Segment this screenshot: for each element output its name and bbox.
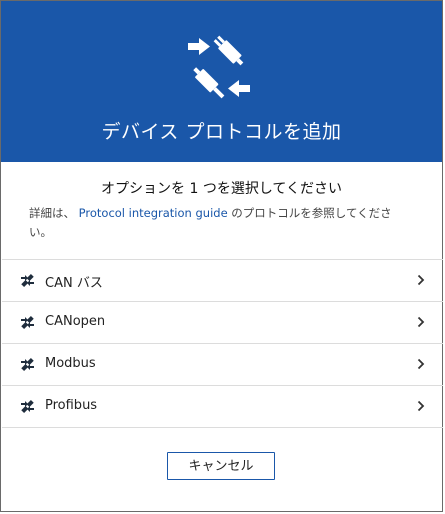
option-can-bus[interactable]: CAN バス: [2, 260, 443, 302]
plug-icon: [21, 399, 34, 414]
option-label: CAN バス: [45, 276, 103, 291]
info-text: 詳細は、 Protocol integration guide のプロトコルを参…: [29, 204, 414, 242]
protocol-options-list: CAN バス CANopen Modbus Profibus: [2, 259, 443, 428]
option-label: Profibus: [45, 398, 98, 413]
option-profibus[interactable]: Profibus: [2, 386, 443, 428]
add-protocol-dialog: デバイス プロトコルを追加 オプションを 1 つを選択してください 詳細は、 P…: [0, 0, 443, 512]
chevron-right-icon: [417, 274, 425, 286]
plug-icon: [21, 357, 34, 372]
option-label: CANopen: [45, 314, 106, 329]
instruction-text: オプションを 1 つを選択してください: [101, 181, 342, 197]
protocol-guide-link[interactable]: Protocol integration guide: [79, 206, 228, 220]
dialog-header: デバイス プロトコルを追加: [1, 1, 442, 162]
plug-icon: [21, 315, 34, 330]
chevron-right-icon: [417, 358, 425, 370]
option-modbus[interactable]: Modbus: [2, 344, 443, 386]
plug-icon: [21, 273, 34, 288]
plug-connect-icon: [188, 35, 250, 99]
cancel-button[interactable]: キャンセル: [167, 452, 275, 480]
chevron-right-icon: [417, 400, 425, 412]
info-prefix: 詳細は、: [29, 206, 75, 220]
chevron-right-icon: [417, 316, 425, 328]
option-label: Modbus: [45, 356, 96, 371]
dialog-title: デバイス プロトコルを追加: [101, 121, 342, 143]
option-canopen[interactable]: CANopen: [2, 302, 443, 344]
